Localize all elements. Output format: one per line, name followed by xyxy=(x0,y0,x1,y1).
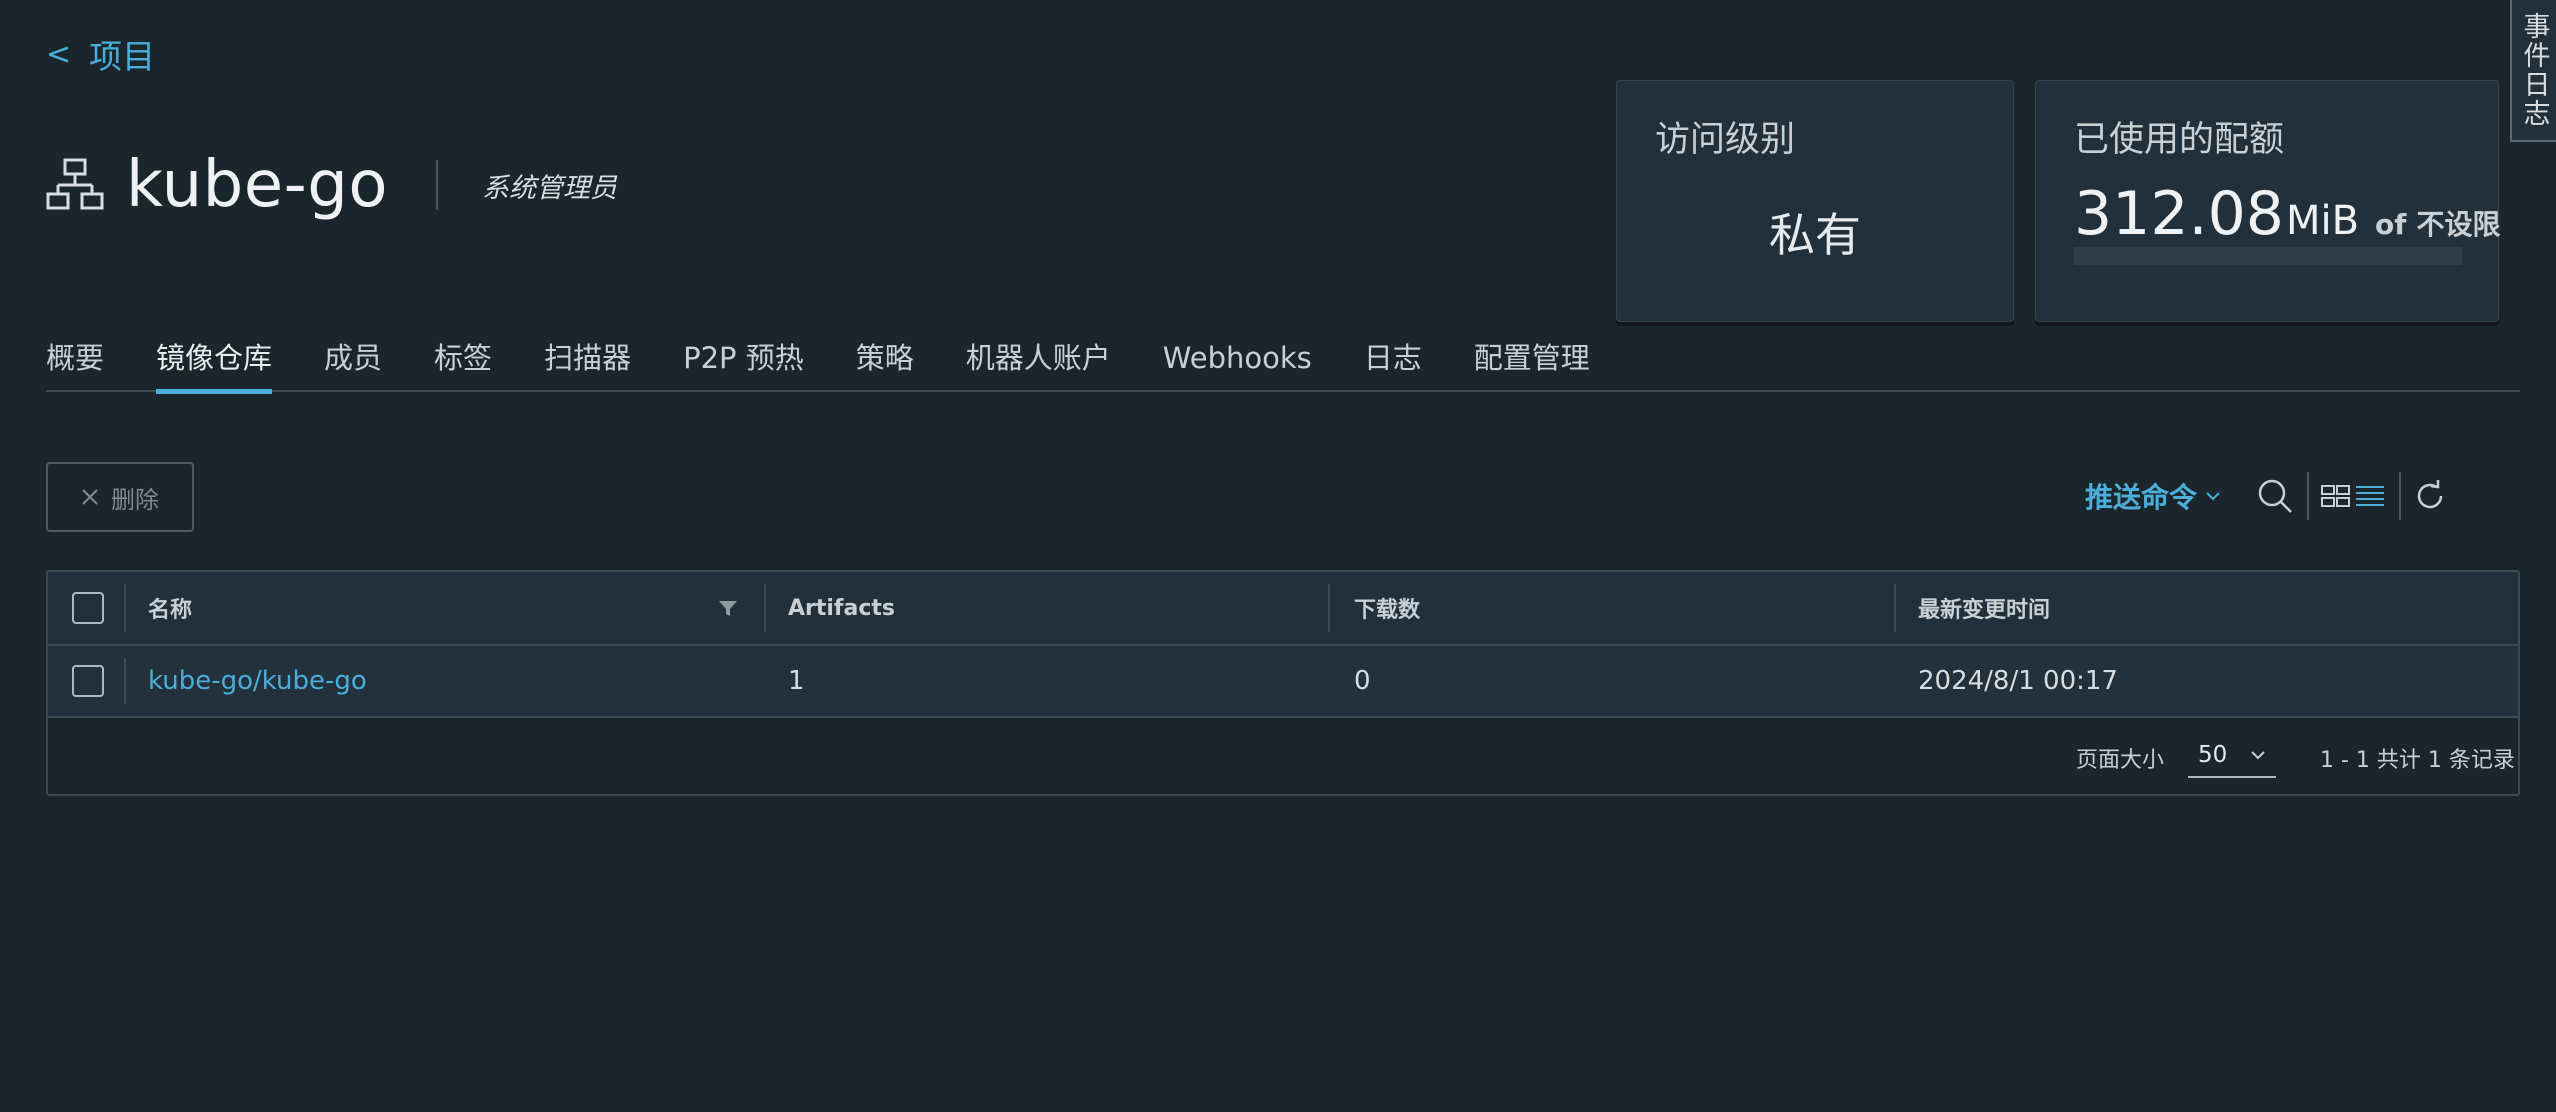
tab-summary[interactable]: 概要 xyxy=(46,334,104,392)
push-command-label: 推送命令 xyxy=(2085,481,2198,514)
quota-card: 已使用的配额 312.08 MiB of 不设限 xyxy=(2035,80,2500,322)
repository-toolbar: 推送命令 xyxy=(2085,466,2447,526)
tab-members[interactable]: 成员 xyxy=(324,334,382,392)
quota-progress-bar xyxy=(2074,247,2462,265)
delete-label: 删除 xyxy=(111,486,159,514)
header-divider xyxy=(436,160,439,210)
back-link-label: 项目 xyxy=(89,37,156,76)
quota-of: of xyxy=(2375,208,2407,241)
artifacts-cell: 1 xyxy=(788,666,805,696)
toolbar-divider xyxy=(2399,472,2402,520)
table-header: 名称 Artifacts 下载数 最新变更时间 xyxy=(48,572,2518,646)
table-footer: 页面大小 50 1 - 1 共计 1 条记录 xyxy=(48,718,2518,794)
column-header-name[interactable]: 名称 xyxy=(148,572,192,644)
push-command-dropdown[interactable]: 推送命令 xyxy=(2085,476,2221,516)
column-separator xyxy=(1328,584,1330,632)
filter-icon[interactable] xyxy=(718,572,738,644)
updated-cell: 2024/8/1 00:17 xyxy=(1918,666,2118,696)
select-all-cell xyxy=(72,572,104,644)
project-header: kube-go 系统管理员 xyxy=(46,148,617,222)
page-size-select[interactable]: 50 xyxy=(2188,734,2276,778)
column-separator xyxy=(124,584,126,632)
tab-logs[interactable]: 日志 xyxy=(1364,334,1422,392)
column-header-downloads[interactable]: 下载数 xyxy=(1354,572,1420,644)
access-level-title: 访问级别 xyxy=(1655,120,1796,160)
project-name: kube-go xyxy=(126,148,389,222)
quota-title: 已使用的配额 xyxy=(2074,120,2285,160)
tab-configuration[interactable]: 配置管理 xyxy=(1474,334,1590,392)
column-separator xyxy=(1894,584,1896,632)
page: < 项目 kube-go 系统管理员 访问级别 私有 已使用的配额 312.08… xyxy=(0,0,2556,1112)
tab-policy[interactable]: 策略 xyxy=(856,334,914,392)
list-view-icon[interactable] xyxy=(2355,484,2385,508)
row-select-cell xyxy=(72,646,104,716)
close-icon xyxy=(82,489,98,505)
tab-webhooks[interactable]: Webhooks xyxy=(1163,334,1312,392)
repository-link[interactable]: kube-go/kube-go xyxy=(148,666,367,696)
delete-button[interactable]: 删除 xyxy=(46,462,194,532)
column-header-updated[interactable]: 最新变更时间 xyxy=(1918,572,2050,644)
refresh-icon[interactable] xyxy=(2413,479,2447,513)
project-tree-icon xyxy=(46,158,104,210)
event-log-tab[interactable]: 事件日志 xyxy=(2510,0,2556,142)
page-size-value: 50 xyxy=(2198,742,2228,768)
row-checkbox[interactable] xyxy=(72,665,104,697)
project-tabs: 概要 镜像仓库 成员 标签 扫描器 P2P 预热 策略 机器人账户 Webhoo… xyxy=(46,334,2520,394)
quota-used-value: 312.08 xyxy=(2074,179,2284,249)
quota-unit: MiB xyxy=(2285,198,2360,244)
event-log-label: 事件日志 xyxy=(2518,12,2550,128)
tab-labels[interactable]: 标签 xyxy=(434,334,492,392)
back-chevron-icon: < xyxy=(46,36,72,72)
tab-p2p-preheat[interactable]: P2P 预热 xyxy=(683,334,804,392)
access-level-value: 私有 xyxy=(1769,208,1861,262)
page-size-label: 页面大小 xyxy=(2076,748,2165,773)
select-all-checkbox[interactable] xyxy=(72,592,104,624)
downloads-cell: 0 xyxy=(1354,666,1371,696)
card-view-icon[interactable] xyxy=(2321,484,2351,508)
record-count: 1 - 1 共计 1 条记录 xyxy=(2320,748,2515,773)
column-header-artifacts[interactable]: Artifacts xyxy=(788,572,895,644)
back-to-projects-link[interactable]: < 项目 xyxy=(46,30,155,78)
quota-limit: 不设限 xyxy=(2416,208,2501,241)
repository-name-cell: kube-go/kube-go xyxy=(148,646,367,716)
toolbar-divider xyxy=(2307,472,2310,520)
table-row: kube-go/kube-go 1 0 2024/8/1 00:17 xyxy=(48,646,2518,718)
search-icon[interactable] xyxy=(2255,476,2295,516)
quota-usage: 312.08 MiB of 不设限 xyxy=(2074,179,2500,249)
tab-repositories[interactable]: 镜像仓库 xyxy=(156,334,273,394)
tab-scanner[interactable]: 扫描器 xyxy=(544,334,631,392)
repository-table: 名称 Artifacts 下载数 最新变更时间 kube-go/kube-go … xyxy=(46,570,2520,796)
chevron-down-icon xyxy=(2206,492,2220,501)
column-separator xyxy=(764,584,766,632)
column-separator xyxy=(124,658,126,704)
tab-robot-accounts[interactable]: 机器人账户 xyxy=(966,334,1111,392)
access-level-card: 访问级别 私有 xyxy=(1616,80,2014,322)
chevron-down-icon xyxy=(2251,751,2265,760)
project-role: 系统管理员 xyxy=(482,172,618,204)
